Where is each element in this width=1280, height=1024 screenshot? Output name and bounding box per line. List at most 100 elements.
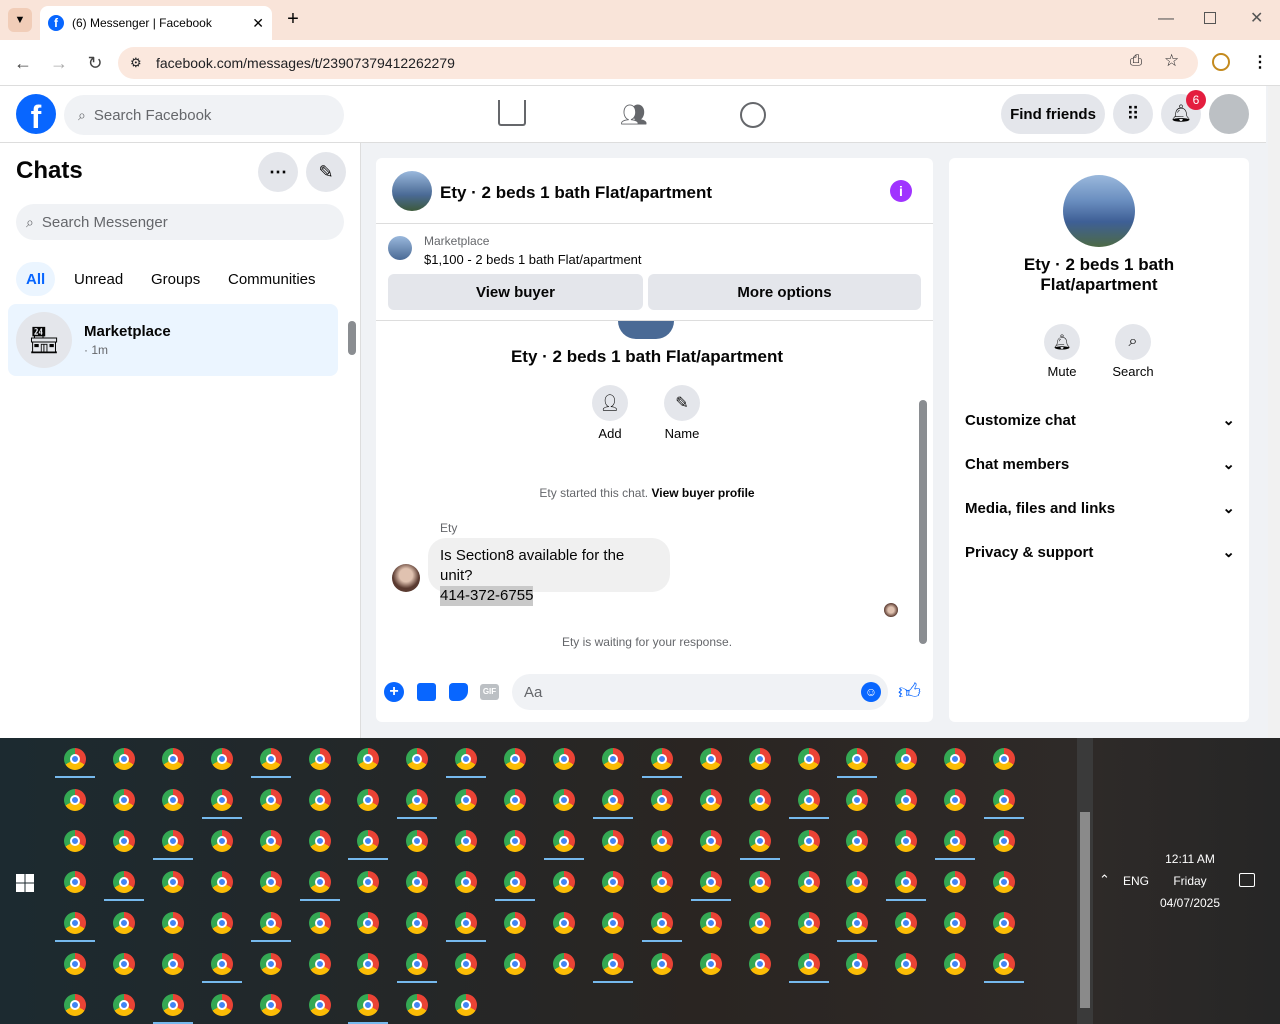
browser-tab[interactable]: f (6) Messenger | Facebook ✕ <box>40 6 272 40</box>
chrome-taskbar-icon[interactable] <box>650 953 673 975</box>
chrome-taskbar-icon[interactable] <box>650 912 673 934</box>
listing-thumbnail[interactable] <box>392 171 432 211</box>
chrome-taskbar-icon[interactable] <box>944 871 967 893</box>
search-icon[interactable]: ⌕ <box>1115 324 1151 360</box>
chrome-taskbar-icon[interactable] <box>895 953 918 975</box>
chrome-taskbar-icon[interactable] <box>112 912 135 934</box>
chrome-taskbar-icon[interactable] <box>553 830 575 852</box>
chrome-taskbar-icon[interactable] <box>601 953 624 975</box>
chrome-taskbar-icon[interactable] <box>112 830 135 852</box>
chrome-taskbar-icon[interactable] <box>748 953 771 975</box>
chrome-taskbar-icon[interactable] <box>650 830 673 852</box>
filter-all[interactable]: All <box>16 262 56 296</box>
chat-members-row[interactable]: Chat members ⌄ <box>965 449 1235 479</box>
chrome-taskbar-icon[interactable] <box>210 994 233 1016</box>
chrome-taskbar-icon[interactable] <box>259 871 282 893</box>
chrome-taskbar-icon[interactable] <box>846 748 869 770</box>
customize-chat-row[interactable]: Customize chat ⌄ <box>965 405 1235 435</box>
chrome-taskbar-icon[interactable] <box>895 748 918 770</box>
chrome-taskbar-icon[interactable] <box>895 830 918 852</box>
plus-icon[interactable]: + <box>384 682 404 702</box>
chrome-taskbar-icon[interactable] <box>650 748 673 770</box>
chrome-taskbar-icon[interactable] <box>748 871 771 893</box>
chrome-taskbar-icon[interactable] <box>553 748 575 770</box>
chrome-taskbar-icon[interactable] <box>944 912 967 934</box>
chrome-taskbar-icon[interactable] <box>308 912 331 934</box>
chrome-taskbar-icon[interactable] <box>895 871 918 893</box>
filter-communities[interactable]: Communities <box>218 262 326 296</box>
site-info-icon[interactable]: ⚙ <box>130 55 142 71</box>
message-bubble[interactable]: Is Section8 available for the unit? 414-… <box>428 538 670 606</box>
chrome-taskbar-icon[interactable] <box>553 789 575 811</box>
gif-icon[interactable]: GIF <box>480 684 499 700</box>
chrome-taskbar-icon[interactable] <box>406 994 429 1016</box>
chrome-taskbar-icon[interactable] <box>308 748 331 770</box>
chrome-taskbar-icon[interactable] <box>699 748 722 770</box>
info-icon[interactable]: i <box>890 180 912 202</box>
chrome-taskbar-icon[interactable] <box>112 748 135 770</box>
chrome-taskbar-icon[interactable] <box>455 953 478 975</box>
find-friends-button[interactable]: Find friends <box>1001 94 1105 134</box>
chrome-taskbar-icon[interactable] <box>357 912 380 934</box>
close-tab-icon[interactable]: ✕ <box>252 15 264 32</box>
new-message-icon[interactable]: ✎ <box>306 152 346 192</box>
chrome-taskbar-icon[interactable] <box>64 830 86 852</box>
chrome-taskbar-icon[interactable] <box>161 994 184 1016</box>
chrome-taskbar-icon[interactable] <box>504 789 527 811</box>
language-indicator[interactable]: ENG <box>1123 874 1149 888</box>
forward-icon[interactable]: → <box>46 50 72 76</box>
minimize-icon[interactable]: — <box>1158 10 1174 28</box>
chrome-taskbar-icon[interactable] <box>259 953 282 975</box>
chrome-taskbar-icon[interactable] <box>699 953 722 975</box>
photo-icon[interactable] <box>417 683 436 701</box>
more-options-button[interactable]: More options <box>648 274 921 310</box>
chrome-taskbar-icon[interactable] <box>748 748 771 770</box>
media-files-links-row[interactable]: Media, files and links ⌄ <box>965 493 1235 523</box>
restore-icon[interactable] <box>1204 12 1216 24</box>
chrome-taskbar-icon[interactable] <box>504 748 527 770</box>
chrome-taskbar-icon[interactable] <box>357 748 380 770</box>
chrome-taskbar-icon[interactable] <box>406 830 429 852</box>
chrome-taskbar-icon[interactable] <box>259 830 282 852</box>
chrome-taskbar-icon[interactable] <box>504 912 527 934</box>
chrome-taskbar-icon[interactable] <box>553 953 575 975</box>
message-input[interactable]: Aa <box>512 674 888 710</box>
bookmark-star-icon[interactable]: ☆ <box>1164 51 1179 71</box>
chrome-taskbar-icon[interactable] <box>846 871 869 893</box>
account-avatar[interactable] <box>1209 94 1249 134</box>
show-hidden-icons-icon[interactable]: ⌃ <box>1099 872 1110 888</box>
chrome-taskbar-icon[interactable] <box>797 830 820 852</box>
chrome-taskbar-icon[interactable] <box>895 912 918 934</box>
reload-icon[interactable]: ↻ <box>82 50 108 76</box>
chrome-taskbar-icon[interactable] <box>210 912 233 934</box>
chrome-taskbar-icon[interactable] <box>601 748 624 770</box>
chrome-taskbar-icon[interactable] <box>748 830 771 852</box>
chrome-taskbar-icon[interactable] <box>699 830 722 852</box>
privacy-support-row[interactable]: Privacy & support ⌄ <box>965 537 1235 567</box>
chrome-taskbar-icon[interactable] <box>846 830 869 852</box>
chrome-taskbar-icon[interactable] <box>504 871 527 893</box>
chrome-taskbar-icon[interactable] <box>455 748 478 770</box>
more-options-icon[interactable]: ⋯ <box>258 152 298 192</box>
chrome-taskbar-icon[interactable] <box>993 912 1016 934</box>
page-scrollbar[interactable] <box>1268 86 1280 738</box>
chrome-taskbar-icon[interactable] <box>259 994 282 1016</box>
new-tab-button[interactable]: + <box>282 8 304 30</box>
chat-list-item[interactable]: 🏪︎ Marketplace · 1m <box>8 304 338 376</box>
taskbar-scrollbar[interactable] <box>1077 738 1093 1024</box>
thumbs-up-icon[interactable]: 👍︎ <box>898 678 921 705</box>
chrome-taskbar-icon[interactable] <box>455 912 478 934</box>
chrome-taskbar-icon[interactable] <box>308 953 331 975</box>
chrome-taskbar-icon[interactable] <box>748 912 771 934</box>
chrome-taskbar-icon[interactable] <box>112 953 135 975</box>
chrome-taskbar-icon[interactable] <box>797 789 820 811</box>
chrome-taskbar-icon[interactable] <box>161 830 184 852</box>
menu-grid-icon[interactable]: ⠿ <box>1113 94 1153 134</box>
chrome-taskbar-icon[interactable] <box>455 789 478 811</box>
chrome-taskbar-icon[interactable] <box>64 871 86 893</box>
filter-groups[interactable]: Groups <box>141 262 210 296</box>
clock-day[interactable]: Friday <box>1150 874 1230 888</box>
chrome-taskbar-icon[interactable] <box>357 994 380 1016</box>
emoji-icon[interactable]: ☺ <box>861 682 881 702</box>
chrome-taskbar-icon[interactable] <box>259 748 282 770</box>
